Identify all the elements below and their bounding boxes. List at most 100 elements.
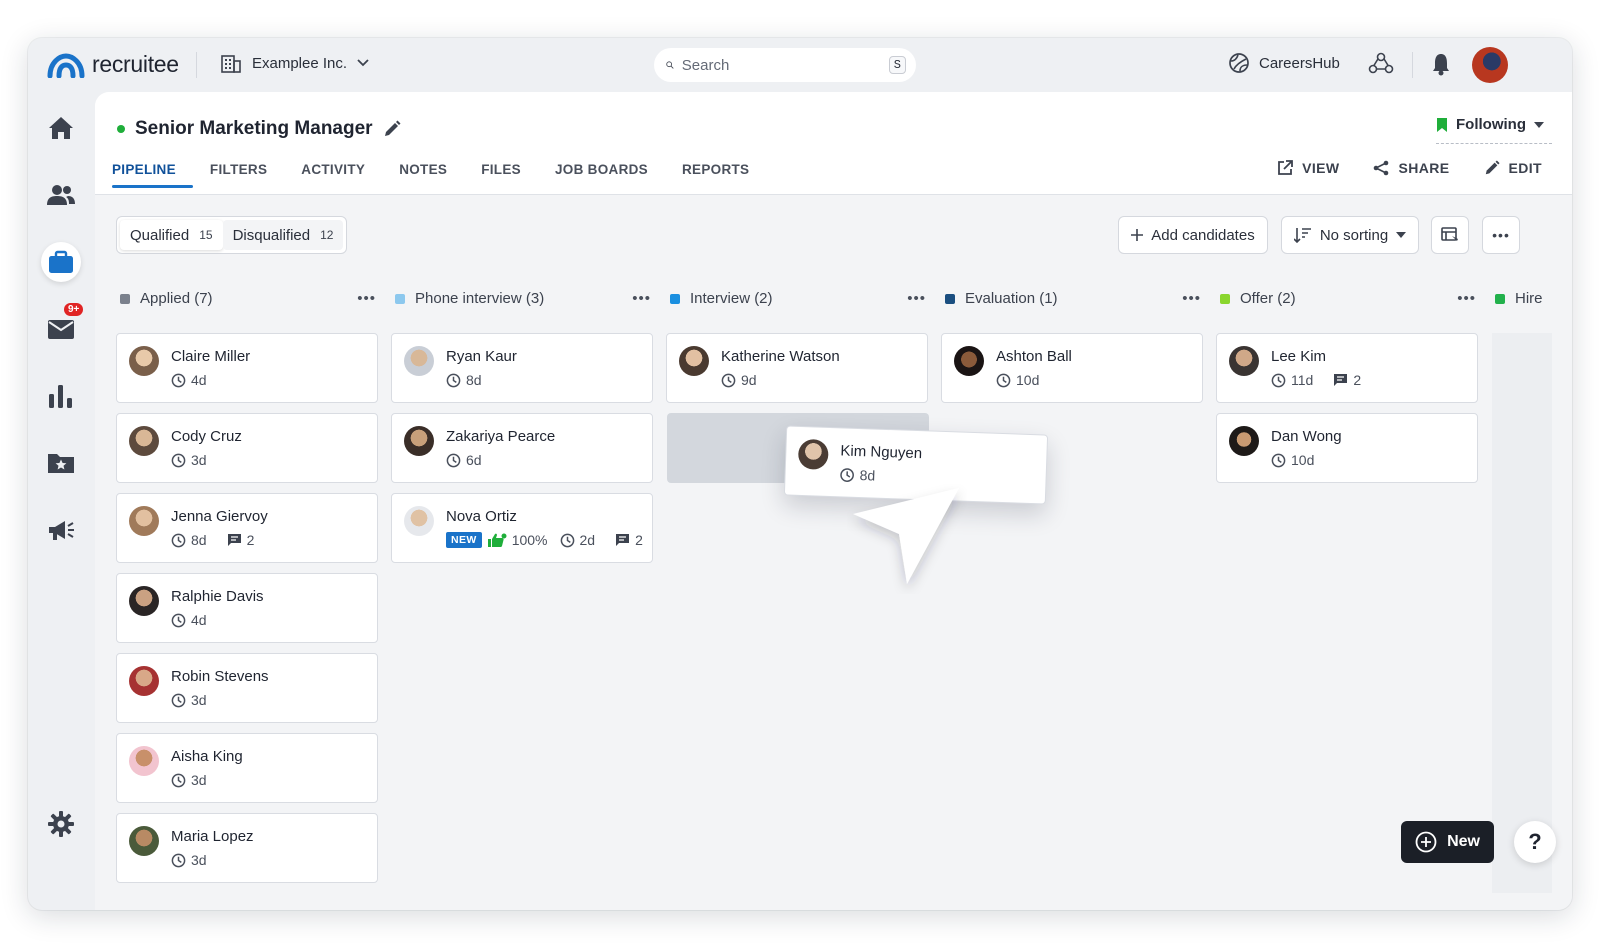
share-label: SHARE [1398, 160, 1450, 176]
edit-button[interactable]: EDIT [1484, 160, 1543, 176]
main-panel: Senior Marketing Manager Following PIPEL… [95, 92, 1572, 910]
careershub-link[interactable]: CareersHub [1228, 52, 1340, 74]
candidate-name: Ashton Ball [996, 348, 1072, 365]
time-in-stage: 3d [191, 692, 207, 708]
thumbs-up-icon [487, 533, 507, 547]
comment-icon [227, 534, 241, 546]
candidate-card[interactable]: Cody Cruz 3d [116, 413, 378, 483]
search-input[interactable] [681, 56, 881, 74]
column-header-hired: Hire [1495, 290, 1555, 307]
qualified-label: Qualified [130, 226, 190, 244]
help-button[interactable]: ? [1514, 821, 1556, 863]
page-title: Senior Marketing Manager [135, 118, 373, 139]
candidate-card[interactable]: Ralphie Davis 4d [116, 573, 378, 643]
search-shortcut: S [888, 56, 906, 74]
following-dropdown[interactable]: Following [1436, 116, 1552, 144]
tab-notes[interactable]: NOTES [382, 162, 464, 188]
add-candidates-button[interactable]: Add candidates [1118, 216, 1268, 254]
user-avatar[interactable] [1472, 47, 1508, 83]
avatar [797, 438, 829, 470]
sidebar-item-home[interactable] [41, 108, 81, 148]
candidate-card[interactable]: Dan Wong 10d [1216, 413, 1478, 483]
more-options-button[interactable]: ••• [1482, 216, 1520, 254]
column-more-icon[interactable]: ••• [632, 290, 651, 307]
sidebar-item-mailbox[interactable]: 9+ [41, 302, 85, 349]
column-header-phone-interview: Phone interview (3) ••• [395, 290, 657, 307]
top-bar: recruitee Examplee Inc. S CareersHub [28, 38, 1572, 92]
candidate-card[interactable]: Claire Miller 4d [116, 333, 378, 403]
column-more-icon[interactable]: ••• [1182, 290, 1201, 307]
candidate-card[interactable]: Robin Stevens 3d [116, 653, 378, 723]
avatar [404, 346, 434, 376]
disqualified-tab[interactable]: Disqualified 12 [222, 220, 344, 250]
sidebar-item-candidates[interactable] [41, 175, 81, 215]
candidate-name: Robin Stevens [171, 668, 269, 685]
candidate-meta: 4d [171, 612, 207, 628]
qualified-toggle: Qualified 15 Disqualified 12 [116, 216, 348, 254]
clock-icon [171, 773, 186, 787]
column-more-icon[interactable]: ••• [357, 290, 376, 307]
layout-button[interactable] [1431, 216, 1469, 254]
share-button[interactable]: SHARE [1373, 160, 1449, 176]
candidate-card[interactable]: Ryan Kaur 8d [391, 333, 653, 403]
candidate-card[interactable]: Aisha King 3d [116, 733, 378, 803]
tab-filters[interactable]: FILTERS [193, 162, 284, 188]
mail-badge: 9+ [63, 302, 85, 317]
time-in-stage: 3d [191, 852, 207, 868]
comment-count: 2 [246, 532, 255, 548]
view-button[interactable]: VIEW [1277, 160, 1339, 176]
sorting-dropdown[interactable]: No sorting [1281, 216, 1419, 254]
company-switcher[interactable]: Examplee Inc. [220, 53, 369, 73]
candidate-meta: 3d [171, 772, 207, 788]
tab-pipeline[interactable]: PIPELINE [112, 162, 193, 188]
column-more-icon[interactable]: ••• [907, 290, 926, 307]
sidebar-item-talent-pool[interactable] [41, 443, 81, 483]
job-status-dot [117, 125, 125, 133]
logo[interactable]: recruitee [46, 51, 179, 78]
qualified-tab[interactable]: Qualified 15 [120, 220, 223, 250]
app-window: recruitee Examplee Inc. S CareersHub [28, 38, 1572, 910]
candidate-name: Lee Kim [1271, 348, 1327, 365]
avatar [1229, 426, 1259, 456]
candidate-card[interactable]: Ashton Ball 10d [941, 333, 1203, 403]
clock-icon [721, 373, 736, 387]
sidebar-item-settings[interactable] [41, 804, 81, 844]
candidate-card[interactable]: Maria Lopez 3d [116, 813, 378, 883]
mail-icon [48, 320, 74, 339]
tab-activity[interactable]: ACTIVITY [284, 162, 382, 188]
score: 100% [511, 532, 548, 548]
clock-icon [171, 453, 186, 467]
candidate-name: Maria Lopez [171, 828, 254, 845]
sidebar-item-reports[interactable] [41, 376, 81, 416]
candidate-card[interactable]: Jenna Giervoy 8d 2 [116, 493, 378, 563]
tab-job-boards[interactable]: JOB BOARDS [538, 162, 665, 188]
sort-icon [1293, 228, 1311, 243]
candidate-card[interactable]: Lee Kim 11d 2 [1216, 333, 1478, 403]
time-in-stage: 3d [191, 452, 207, 468]
new-button[interactable]: New [1401, 821, 1494, 863]
candidate-meta: 3d [171, 452, 207, 468]
time-in-stage: 8d [859, 467, 876, 484]
candidate-card[interactable]: Zakariya Pearce 6d [391, 413, 653, 483]
pencil-icon[interactable] [383, 120, 401, 138]
comment-icon [1334, 374, 1348, 386]
clock-icon [560, 533, 574, 547]
sidebar-item-campaigns[interactable] [41, 510, 81, 550]
candidate-name: Nova Ortiz [446, 508, 517, 525]
job-header: Senior Marketing Manager Following PIPEL… [95, 92, 1572, 195]
candidate-card[interactable]: Nova Ortiz NEW 100% 2d 2 [391, 493, 653, 563]
sidebar: 9+ [28, 92, 94, 910]
hired-column-area [1492, 333, 1552, 893]
network-button[interactable] [1368, 52, 1394, 81]
company-name: Examplee Inc. [252, 54, 348, 72]
bell-icon [1433, 54, 1449, 76]
notifications-button[interactable] [1431, 52, 1451, 81]
tab-files[interactable]: FILES [464, 162, 538, 188]
search-bar[interactable]: S [654, 48, 916, 82]
column-more-icon[interactable]: ••• [1457, 290, 1476, 307]
tab-reports[interactable]: REPORTS [665, 162, 766, 188]
column-label: Evaluation (1) [965, 290, 1058, 307]
time-in-stage: 4d [191, 612, 207, 628]
sidebar-item-jobs[interactable] [41, 242, 81, 282]
candidate-card[interactable]: Katherine Watson 9d [666, 333, 928, 403]
